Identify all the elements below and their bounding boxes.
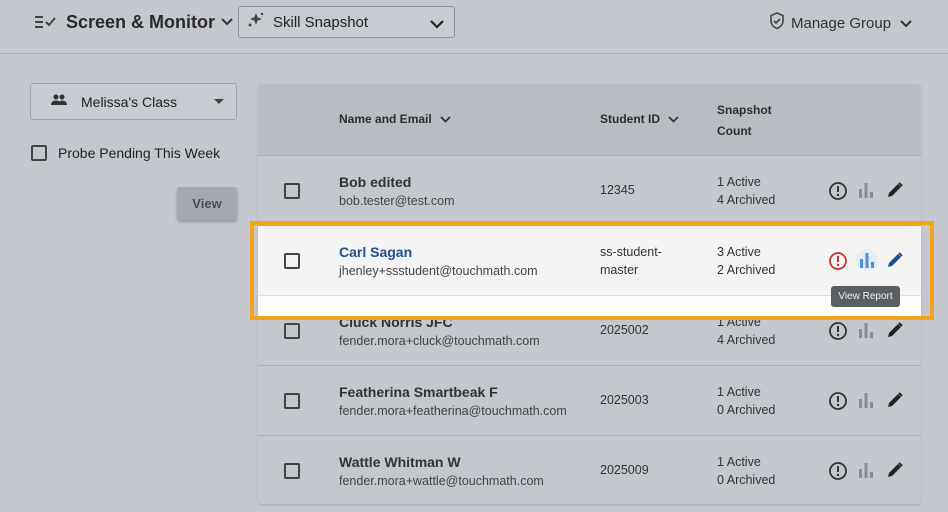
manage-group-menu[interactable]: Manage Group	[769, 12, 912, 35]
probe-pending-filter[interactable]: Probe Pending This Week	[31, 145, 220, 161]
app-switcher[interactable]: Screen & Monitor	[34, 10, 233, 34]
view-button[interactable]: View	[177, 187, 237, 220]
row-checkbox[interactable]	[284, 393, 300, 409]
checklist-icon	[34, 14, 56, 30]
student-email: fender.mora+featherina@touchmath.com	[339, 404, 567, 418]
column-header-student-id[interactable]: Student ID	[600, 112, 679, 126]
snapshot-count: 1 Active 0 Archived	[717, 385, 776, 417]
alert-icon[interactable]	[828, 181, 848, 201]
student-email: fender.mora+wattle@touchmath.com	[339, 474, 544, 488]
class-select[interactable]: Melissa's Class	[30, 83, 237, 120]
chevron-down-icon	[900, 15, 912, 33]
snapshot-count: 1 Active 4 Archived	[717, 175, 776, 207]
manage-group-label: Manage Group	[791, 15, 892, 32]
header-bar: Screen & Monitor Skill Snapshot Manage G…	[0, 0, 948, 54]
class-select-value: Melissa's Class	[81, 93, 178, 110]
row-checkbox[interactable]	[284, 323, 300, 339]
chevron-down-icon	[430, 16, 444, 34]
student-id: 2025003	[600, 393, 649, 407]
bar-chart-icon[interactable]	[858, 181, 874, 199]
alert-icon[interactable]	[828, 391, 848, 411]
student-id: 12345	[600, 183, 635, 197]
chevron-down-icon	[221, 18, 233, 26]
bar-chart-icon[interactable]	[858, 391, 874, 409]
people-icon	[51, 93, 67, 111]
snapshot-count: 1 Active 0 Archived	[717, 455, 776, 487]
sparkle-icon	[247, 11, 265, 34]
row-checkbox[interactable]	[284, 463, 300, 479]
bar-chart-icon[interactable]	[858, 461, 874, 479]
view-report-tooltip: View Report	[831, 286, 900, 307]
pencil-icon[interactable]	[886, 181, 904, 199]
table-row: Bob edited bob.tester@test.com 12345 1 A…	[258, 156, 921, 226]
probe-pending-label: Probe Pending This Week	[58, 145, 221, 161]
app-title: Screen & Monitor	[66, 11, 216, 32]
chevron-down-icon	[668, 115, 679, 123]
student-id: 2025009	[600, 463, 649, 477]
table-row: Featherina Smartbeak F fender.mora+feath…	[258, 366, 921, 436]
column-header-snapshot-count: Snapshot Count	[717, 103, 772, 138]
column-header-name[interactable]: Name and Email	[339, 112, 451, 126]
table-row: Wattle Whitman W fender.mora+wattle@touc…	[258, 436, 921, 504]
student-email: fender.mora+cluck@touchmath.com	[339, 334, 540, 348]
row-checkbox[interactable]	[284, 183, 300, 199]
probe-pending-checkbox[interactable]	[31, 145, 47, 161]
shield-check-icon	[769, 12, 785, 35]
student-id: 2025002	[600, 323, 649, 337]
snapshot-type-select[interactable]: Skill Snapshot	[238, 6, 455, 38]
student-name[interactable]: Wattle Whitman W	[339, 454, 461, 470]
alert-icon[interactable]	[828, 321, 848, 341]
pencil-icon[interactable]	[886, 321, 904, 339]
caret-down-icon	[214, 99, 224, 104]
pencil-icon[interactable]	[886, 391, 904, 409]
chevron-down-icon	[440, 115, 451, 123]
pencil-icon[interactable]	[886, 461, 904, 479]
snapshot-select-value: Skill Snapshot	[273, 13, 369, 31]
student-name[interactable]: Bob edited	[339, 174, 411, 190]
student-name[interactable]: Featherina Smartbeak F	[339, 384, 498, 400]
bar-chart-icon[interactable]	[858, 321, 874, 339]
table-header: Name and Email Student ID Snapshot Count	[258, 84, 921, 156]
alert-icon[interactable]	[828, 461, 848, 481]
student-email: bob.tester@test.com	[339, 194, 455, 208]
